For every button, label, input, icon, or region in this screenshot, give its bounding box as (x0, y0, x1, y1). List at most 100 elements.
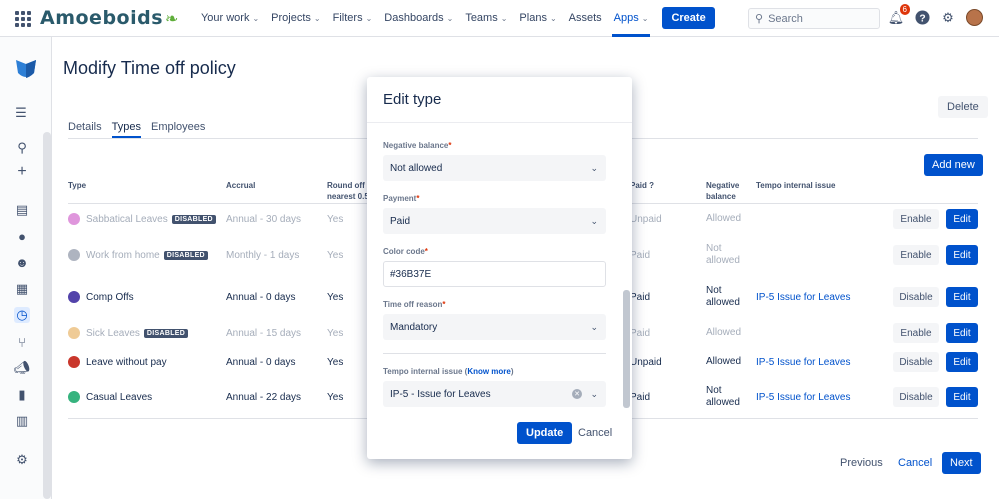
nav-menu: Your work⌄Projects⌄Filters⌄Dashboards⌄Te… (195, 0, 655, 37)
project-logo-icon[interactable] (14, 57, 38, 81)
negative-balance-select[interactable]: Not allowed⌄ (383, 155, 606, 181)
delete-button[interactable]: Delete (938, 96, 988, 118)
time-off-reason-label-text: Time off reason (383, 300, 442, 309)
time-off-reason-select[interactable]: Mandatory⌄ (383, 314, 606, 340)
next-button[interactable]: Next (942, 452, 981, 474)
tempo-issue-link[interactable]: IP-5 Issue for Leaves (756, 382, 851, 412)
col-header-negative-1: Negative (706, 181, 739, 190)
left-sidebar: ☰ ⚲ + ▤ ● ☻ ▦ ◷ ⑂ 📣︎ ▮ ▥ ⚙ (0, 37, 52, 499)
know-more-link[interactable]: Know more (467, 367, 511, 376)
edit-button[interactable]: Edit (946, 209, 978, 229)
color-code-input[interactable] (383, 261, 606, 287)
sidebar-settings-icon[interactable]: ⚙ (14, 452, 30, 468)
type-cell: Comp Offs (68, 282, 134, 312)
user-icon[interactable]: ● (14, 228, 30, 244)
time-off-reason-value: Mandatory (390, 322, 437, 333)
notifications-icon[interactable]: 🔔︎6 (888, 10, 904, 26)
tab-employees[interactable]: Employees (151, 121, 205, 138)
col-header-paid: Paid ? (630, 180, 654, 191)
round-cell: Yes (327, 240, 343, 270)
nav-item-label: Projects (271, 12, 311, 24)
enable-button[interactable]: Enable (893, 209, 939, 229)
enable-button[interactable]: Enable (893, 323, 939, 343)
tab-types[interactable]: Types (112, 121, 141, 138)
nav-item-apps[interactable]: Apps⌄ (608, 0, 655, 37)
help-icon[interactable]: ? (914, 10, 930, 26)
col-header-accrual: Accrual (226, 180, 255, 191)
chevron-down-icon: ⌄ (252, 14, 259, 23)
clear-icon[interactable]: ✕ (572, 389, 582, 399)
disable-button[interactable]: Disable (893, 352, 939, 372)
nav-item-filters[interactable]: Filters⌄ (327, 0, 379, 37)
edit-button[interactable]: Edit (946, 245, 978, 265)
team-icon[interactable]: ☻ (14, 254, 30, 270)
dialog-cancel-button[interactable]: Cancel (575, 424, 615, 442)
branch-icon[interactable]: ⑂ (14, 334, 30, 350)
accrual-cell: Annual - 30 days (226, 204, 301, 234)
enable-button[interactable]: Enable (893, 245, 939, 265)
search-input[interactable]: ⚲ Search (748, 8, 880, 29)
chart-icon[interactable]: ▥ (14, 413, 30, 429)
type-cell: Casual Leaves (68, 382, 152, 412)
megaphone-icon[interactable]: 📣︎ (14, 360, 30, 376)
report-icon[interactable]: ▮ (14, 387, 30, 403)
paid-cell: Paid (630, 318, 650, 348)
create-button[interactable]: Create (662, 7, 714, 29)
tempo-issue-link[interactable]: IP-5 Issue for Leaves (756, 347, 851, 377)
menu-icon[interactable]: ☰ (12, 105, 30, 121)
nav-item-projects[interactable]: Projects⌄ (265, 0, 326, 37)
nav-item-plans[interactable]: Plans⌄ (513, 0, 562, 37)
tempo-issue-select[interactable]: IP-5 - Issue for Leaves✕⌄ (383, 381, 606, 407)
calendar-icon[interactable]: ▦ (14, 281, 30, 297)
sidebar-scrollbar[interactable] (43, 132, 51, 499)
board-icon[interactable]: ▤ (14, 202, 30, 218)
plus-icon[interactable]: + (14, 164, 30, 180)
negative-cell: Allowed (706, 204, 741, 234)
nav-item-dashboards[interactable]: Dashboards⌄ (378, 0, 459, 37)
payment-label: Payment* (383, 194, 419, 203)
round-cell: Yes (327, 204, 343, 234)
disable-button[interactable]: Disable (893, 287, 939, 307)
logo[interactable]: Amoeboids❧ (40, 7, 179, 29)
edit-button[interactable]: Edit (946, 387, 978, 407)
payment-label-text: Payment (383, 194, 416, 203)
type-name: Sabbatical Leaves (86, 214, 168, 225)
required-mark: * (448, 141, 451, 150)
app-switcher-icon[interactable] (12, 8, 32, 28)
negative-value-2: allowed (706, 397, 740, 409)
update-button[interactable]: Update (517, 422, 572, 444)
negative-value: Allowed (706, 356, 741, 368)
settings-icon[interactable]: ⚙ (940, 10, 956, 26)
nav-item-label: Apps (614, 12, 639, 24)
previous-button[interactable]: Previous (834, 453, 889, 473)
search-icon[interactable]: ⚲ (14, 140, 30, 156)
disabled-badge: DISABLED (172, 215, 216, 224)
nav-item-teams[interactable]: Teams⌄ (459, 0, 513, 37)
avatar[interactable] (966, 9, 983, 26)
nav-item-label: Filters (333, 12, 363, 24)
dialog-field-divider (383, 353, 606, 354)
type-color-dot (68, 327, 80, 339)
negative-value-2: allowed (706, 297, 740, 309)
col-header-round-1: Round off (327, 181, 365, 190)
search-placeholder: Search (768, 13, 803, 25)
nav-item-your-work[interactable]: Your work⌄ (195, 0, 265, 37)
dialog-scrollbar[interactable] (623, 290, 630, 408)
col-header-negative-2: balance (706, 192, 736, 201)
logo-text-end: ids (130, 7, 163, 29)
tempo-issue-link[interactable]: IP-5 Issue for Leaves (756, 282, 851, 312)
page-cancel-button[interactable]: Cancel (892, 453, 938, 473)
add-new-button[interactable]: Add new (924, 154, 983, 176)
time-off-icon[interactable]: ◷ (14, 307, 30, 323)
disable-button[interactable]: Disable (893, 387, 939, 407)
col-header-round-2: nearest 0.5 (327, 192, 369, 201)
nav-item-label: Teams (465, 12, 497, 24)
payment-select[interactable]: Paid⌄ (383, 208, 606, 234)
edit-button[interactable]: Edit (946, 287, 978, 307)
edit-button[interactable]: Edit (946, 323, 978, 343)
round-cell: Yes (327, 282, 343, 312)
nav-item-assets[interactable]: Assets (563, 0, 608, 37)
tab-details[interactable]: Details (68, 121, 102, 138)
accrual-cell: Monthly - 1 days (226, 240, 299, 270)
edit-button[interactable]: Edit (946, 352, 978, 372)
